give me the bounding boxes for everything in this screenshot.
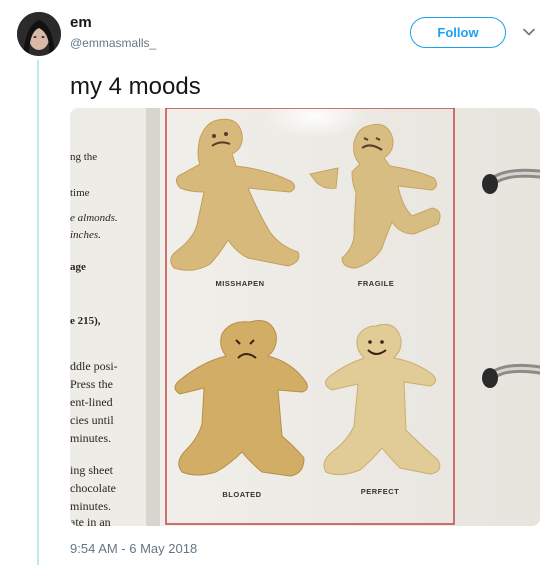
follow-button[interactable]: Follow — [410, 17, 506, 48]
page-line: time — [70, 187, 90, 199]
timestamp[interactable]: 9:54 AM - 6 May 2018 — [70, 541, 197, 556]
author-handle[interactable]: @emmasmalls_ — [70, 36, 156, 50]
page-line: e almonds. — [70, 212, 118, 224]
thread-line — [37, 60, 39, 565]
page-line: ddle posi- — [70, 359, 118, 373]
page-line: ng the — [70, 151, 97, 163]
label-misshapen: MISSHAPEN — [215, 279, 264, 288]
page-line: minutes. — [70, 499, 111, 513]
page-line: ate in an — [70, 515, 111, 526]
page-fold — [146, 108, 160, 526]
page-line: Press the — [70, 377, 113, 391]
page-line: minutes. — [70, 431, 111, 445]
tweet-photo[interactable]: ng the time e almonds. inches. age e 215… — [70, 108, 540, 526]
tweet-text: my 4 moods — [70, 73, 201, 100]
avatar[interactable] — [17, 12, 61, 56]
label-bloated: BLOATED — [222, 490, 261, 499]
page-line: chocolate — [70, 481, 116, 495]
page-line: ent-lined — [70, 395, 113, 409]
page-line: cies until — [70, 413, 114, 427]
chevron-down-icon[interactable] — [522, 25, 536, 39]
page-line: inches. — [70, 229, 101, 241]
page-line: age — [70, 261, 86, 273]
page-line: ing sheet — [70, 463, 114, 477]
page-line: e 215), — [70, 315, 101, 327]
author-name[interactable]: em — [70, 14, 92, 31]
label-perfect: PERFECT — [361, 487, 400, 496]
label-fragile: FRAGILE — [358, 279, 394, 288]
